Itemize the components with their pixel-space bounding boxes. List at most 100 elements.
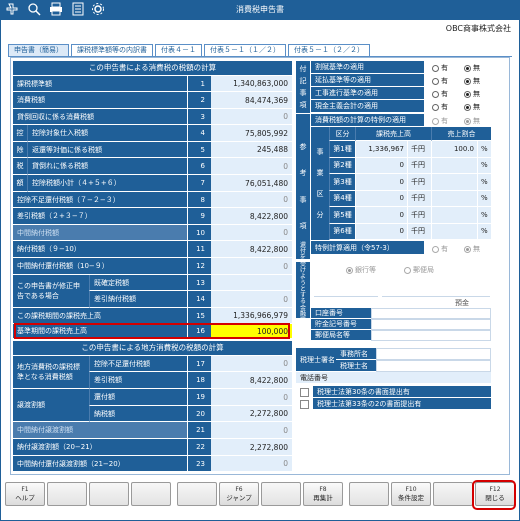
- accountant-name-input[interactable]: [376, 360, 491, 372]
- side-char: 業: [316, 168, 324, 177]
- category-sales[interactable]: 0: [355, 223, 407, 240]
- tab-appendix-5-1-a[interactable]: 付表５－１（１／２）: [204, 44, 286, 56]
- savings-number-input[interactable]: [371, 319, 491, 330]
- office-name-input[interactable]: [376, 348, 491, 360]
- category-ratio[interactable]: [431, 190, 477, 207]
- f4-button[interactable]: [131, 482, 171, 506]
- progress-no-radio[interactable]: 無: [464, 89, 480, 99]
- installment-no-radio[interactable]: 無: [464, 63, 480, 73]
- bad-debt-recovery-tax[interactable]: 0: [211, 109, 292, 125]
- side-char: 事: [299, 195, 307, 204]
- row-number: 22: [187, 439, 211, 456]
- sales-unit: 千円: [407, 190, 431, 207]
- tax-payable[interactable]: 8,422,800: [211, 241, 292, 258]
- returns-tax[interactable]: 245,488: [211, 142, 292, 158]
- row-label: 納付譲渡割額（20−21）: [13, 439, 187, 456]
- key-code: F1: [21, 486, 29, 493]
- f5-button[interactable]: [177, 482, 217, 506]
- row-number: 6: [187, 158, 211, 175]
- post-office-radio[interactable]: 郵便局: [404, 265, 434, 275]
- category-ratio[interactable]: [431, 157, 477, 174]
- ratio-unit: %: [477, 157, 491, 174]
- radio-label: 無: [473, 90, 480, 98]
- exception-no-radio[interactable]: 無: [464, 244, 480, 254]
- post-office-name-input[interactable]: [371, 330, 491, 341]
- deduction-subtotal[interactable]: 76,051,480: [211, 175, 292, 192]
- side-char: 事: [316, 147, 324, 156]
- table-row: 中間納付譲渡割額 21 0: [13, 422, 292, 439]
- net-payable[interactable]: 0: [211, 291, 292, 308]
- category-sales[interactable]: 0: [355, 157, 407, 174]
- side-char: 付: [299, 65, 307, 73]
- account-number-label: 口座番号: [311, 308, 371, 319]
- deduction-shortfall-refund[interactable]: 0: [211, 192, 292, 208]
- branch-name-field[interactable]: [382, 285, 442, 297]
- category-ratio[interactable]: [431, 207, 477, 224]
- bad-debt-tax[interactable]: 0: [211, 158, 292, 175]
- f9-button[interactable]: [349, 482, 389, 506]
- confirmed-tax[interactable]: [211, 275, 292, 291]
- deferred-yes-radio[interactable]: 有: [432, 76, 448, 86]
- row-number: 4: [187, 125, 211, 142]
- local-shortfall-refund[interactable]: 0: [211, 356, 292, 372]
- transfer-tax-due[interactable]: 2,272,800: [211, 439, 292, 456]
- tab-breakdown[interactable]: 課税標準額等の内訳書: [71, 44, 153, 56]
- bank-radio[interactable]: 銀行等: [346, 265, 376, 275]
- special-calc-yes-radio[interactable]: 有: [432, 116, 448, 126]
- special-calc-no-radio[interactable]: 無: [464, 116, 480, 126]
- local-net-tax[interactable]: 8,422,800: [211, 372, 292, 389]
- interim-transfer-tax[interactable]: 0: [211, 422, 292, 439]
- table-row: 既確定税額 13: [13, 275, 292, 291]
- category-ratio[interactable]: 100.0: [431, 141, 477, 158]
- cash-basis-yes-radio[interactable]: 有: [432, 102, 448, 112]
- taxable-sales-current[interactable]: 1,336,966,979: [211, 308, 292, 324]
- row-label: 消費税額: [13, 92, 187, 109]
- transfer-refund[interactable]: 0: [211, 389, 292, 406]
- category-sales[interactable]: 1,336,967: [355, 141, 407, 158]
- deductible-purchase-tax[interactable]: 75,805,992: [211, 125, 292, 142]
- category-ratio[interactable]: [431, 223, 477, 240]
- category-sales[interactable]: 0: [355, 174, 407, 191]
- account-number-input[interactable]: [371, 308, 491, 319]
- category-sales[interactable]: 0: [355, 207, 407, 224]
- category-ratio[interactable]: [431, 174, 477, 191]
- consumption-tax-amount[interactable]: 84,474,369: [211, 92, 292, 109]
- cash-basis-no-radio[interactable]: 無: [464, 102, 480, 112]
- tax-base-amount[interactable]: 1,340,863,000: [211, 76, 292, 92]
- f8-recalc-button[interactable]: F8 再集計: [303, 482, 343, 506]
- installment-yes-radio[interactable]: 有: [432, 63, 448, 73]
- tab-appendix-5-1-b[interactable]: 付表５－１（２／２）: [288, 44, 370, 56]
- interim-transfer-refund[interactable]: 0: [211, 456, 292, 472]
- category-sales[interactable]: 0: [355, 190, 407, 207]
- row-number: 13: [187, 275, 211, 291]
- article30-checkbox[interactable]: [300, 388, 309, 397]
- f2-button[interactable]: [47, 482, 87, 506]
- progress-yes-radio[interactable]: 有: [432, 89, 448, 99]
- f3-button[interactable]: [89, 482, 129, 506]
- row-number: 10: [187, 225, 211, 241]
- interim-refund[interactable]: 0: [211, 258, 292, 275]
- article33-checkbox[interactable]: [300, 400, 309, 409]
- table-row: 納付税額（９−10） 11 8,422,800: [13, 241, 292, 258]
- deferred-no-radio[interactable]: 無: [464, 76, 480, 86]
- category-label: 第5種: [329, 207, 355, 224]
- col-header-sales: 課税売上高: [355, 127, 431, 141]
- interim-payment[interactable]: 0: [211, 225, 292, 241]
- transfer-tax-payable[interactable]: 2,272,800: [211, 406, 292, 422]
- deposit-type-field[interactable]: [442, 285, 490, 297]
- exception-yes-radio[interactable]: 有: [432, 244, 448, 254]
- radio-label: 郵便局: [413, 266, 434, 274]
- net-tax-amount[interactable]: 8,422,800: [211, 208, 292, 225]
- radio-dot: [432, 64, 439, 72]
- table-row: 控除不足還付税額（７−２−３） 8 0: [13, 192, 292, 208]
- f11-button[interactable]: [433, 482, 473, 506]
- f6-jump-button[interactable]: F6 ジャンプ: [219, 482, 259, 506]
- f1-help-button[interactable]: F1 ヘルプ: [5, 482, 45, 506]
- tab-appendix-4-1[interactable]: 付表４－１: [155, 44, 202, 56]
- row-number: 8: [187, 192, 211, 208]
- f10-settings-button[interactable]: F10 条件設定: [391, 482, 431, 506]
- exception-calc-label: 特例計算適用（令57-3）: [311, 241, 424, 255]
- tab-simple-return[interactable]: 申告書（簡易）: [8, 44, 69, 56]
- f7-button[interactable]: [261, 482, 301, 506]
- bank-name-field[interactable]: [314, 285, 378, 297]
